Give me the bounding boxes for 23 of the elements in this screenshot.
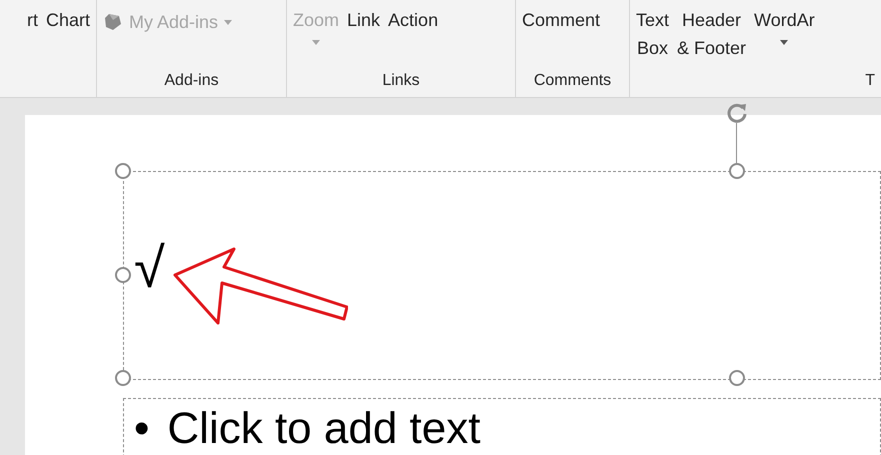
ribbon-button[interactable]: WordAr: [752, 6, 817, 45]
group-label: Add-ins: [164, 72, 219, 89]
group-label: Links: [382, 72, 420, 89]
ribbon-button[interactable]: Chart: [44, 6, 92, 34]
resize-handle[interactable]: [729, 370, 745, 386]
bullet: •: [134, 403, 150, 455]
ribbon-button[interactable]: Action: [386, 6, 440, 34]
resize-handle[interactable]: [115, 163, 131, 179]
body-placeholder[interactable]: • Click to add text: [123, 398, 881, 455]
rotate-handle-icon[interactable]: [725, 101, 749, 125]
ribbon-button[interactable]: rt: [24, 6, 40, 34]
ribbon-button[interactable]: Header & Footer: [675, 6, 748, 62]
ribbon-button[interactable]: Comment: [520, 6, 602, 34]
cube-icon: [103, 12, 123, 32]
resize-handle[interactable]: [729, 163, 745, 179]
placeholder-text: Click to add text: [167, 403, 480, 455]
resize-handle[interactable]: [115, 370, 131, 386]
ribbon-button[interactable]: Text Box: [634, 6, 672, 62]
slide-title: √: [134, 236, 165, 300]
resize-handle[interactable]: [115, 267, 131, 283]
group-label: Comments: [534, 72, 612, 89]
ribbon-button[interactable]: Link: [345, 6, 382, 34]
group-label: T: [865, 72, 875, 89]
